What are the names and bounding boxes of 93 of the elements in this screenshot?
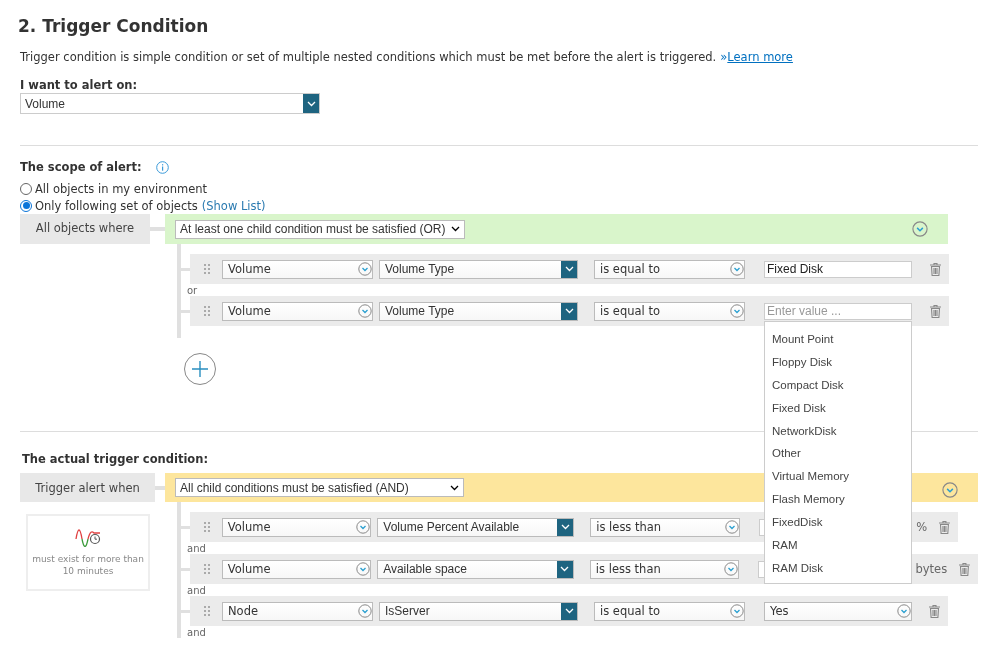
show-list-link[interactable]: (Show List) <box>201 198 266 213</box>
field-select[interactable]: Volume Type <box>379 259 578 279</box>
trash-icon[interactable] <box>930 262 941 276</box>
unit-label: bytes <box>915 562 948 576</box>
connector-label: and <box>187 586 206 596</box>
dropdown-button[interactable] <box>561 302 577 320</box>
operator-select[interactable]: is equal to <box>594 601 745 621</box>
learn-more-link[interactable]: Learn more <box>727 50 793 64</box>
dropdown-button[interactable] <box>303 94 319 113</box>
group-label: Trigger alert when <box>20 473 155 502</box>
chevron-down-icon <box>451 226 460 232</box>
scope-label: The scope of alert: <box>20 160 142 174</box>
field-select[interactable]: IsServer <box>379 601 578 621</box>
suggestion-item[interactable]: RAM Disk <box>765 556 911 580</box>
suggestion-item[interactable]: Compact Disk <box>765 373 911 397</box>
collapse-icon[interactable] <box>942 481 958 498</box>
chevron-circle-icon[interactable] <box>730 262 744 276</box>
plus-icon <box>191 360 209 378</box>
suggestion-item[interactable]: Floppy Disk <box>765 350 911 374</box>
field-select[interactable]: Available space <box>377 559 574 579</box>
chevron-circle-icon[interactable] <box>356 562 371 576</box>
chevron-circle-icon[interactable] <box>358 262 372 276</box>
trash-icon[interactable] <box>959 562 970 576</box>
drag-handle-icon[interactable] <box>203 564 210 574</box>
chevron-down-icon <box>306 100 316 107</box>
alert-on-select[interactable]: Volume <box>20 93 320 114</box>
collapse-icon[interactable] <box>912 221 928 237</box>
suggestion-item[interactable]: Flash Memory <box>765 487 911 511</box>
object-select[interactable]: Volume <box>222 301 373 321</box>
field-label: I want to alert on: <box>20 78 138 92</box>
connector-label: and <box>187 544 206 554</box>
suggestion-item[interactable]: Virtual Memory <box>765 464 911 488</box>
link-marker: » <box>720 50 728 64</box>
dropdown-button[interactable] <box>561 260 577 278</box>
object-select[interactable]: Volume <box>221 517 372 537</box>
object-select[interactable]: Volume <box>222 259 373 279</box>
wave-clock-icon <box>75 528 101 547</box>
suggestion-item[interactable]: Other <box>765 441 911 465</box>
value-field[interactable]: Fixed Disk <box>764 260 912 278</box>
trash-icon[interactable] <box>939 520 950 534</box>
trash-icon[interactable] <box>930 304 941 318</box>
duration-text: must exist for more than 10 minutes <box>31 552 145 577</box>
duration-card[interactable]: must exist for more than 10 minutes <box>26 514 150 591</box>
operator-select[interactable]: is equal to <box>594 301 745 321</box>
chevron-down-icon <box>564 308 574 314</box>
radio-button[interactable] <box>20 182 32 195</box>
section-title: 2. Trigger Condition <box>18 16 210 36</box>
value-select[interactable]: Yes <box>764 601 912 621</box>
dropdown-button[interactable] <box>557 518 574 536</box>
chevron-circle-icon[interactable] <box>356 520 371 534</box>
dropdown-button[interactable] <box>561 602 577 620</box>
info-icon[interactable] <box>155 160 169 174</box>
trash-icon[interactable] <box>929 604 940 618</box>
chevron-circle-icon[interactable] <box>358 604 372 618</box>
suggestion-item[interactable]: FixedDisk <box>765 510 911 534</box>
chevron-circle-icon[interactable] <box>724 520 739 534</box>
radio-label: Only following set of objects <box>35 198 198 213</box>
field-select[interactable]: Volume Type <box>379 301 578 321</box>
dropdown-button[interactable] <box>556 560 573 578</box>
radio-button[interactable] <box>20 199 32 212</box>
connector-label: or <box>187 286 198 296</box>
field-select[interactable]: Volume Percent Available <box>377 517 575 537</box>
suggestion-item[interactable]: Mount Point <box>765 327 911 351</box>
group-label: All objects where <box>20 214 150 244</box>
suggestion-item[interactable]: Fixed Disk <box>765 396 911 420</box>
operator-select[interactable]: is equal to <box>594 259 745 279</box>
connector-label: and <box>187 628 206 638</box>
chevron-circle-icon[interactable] <box>730 604 744 618</box>
chevron-down-icon <box>564 608 574 614</box>
drag-handle-icon[interactable] <box>203 522 210 532</box>
trigger-label: The actual trigger condition: <box>22 452 209 466</box>
radio-label: All objects in my environment <box>35 181 208 196</box>
chevron-down-icon <box>560 524 570 530</box>
chevron-circle-icon[interactable] <box>897 604 911 618</box>
chevron-circle-icon[interactable] <box>730 304 744 318</box>
chevron-down-icon <box>564 266 574 272</box>
mode-select[interactable]: At least one child condition must be satisfied (OR) <box>175 219 465 239</box>
description-text: Trigger condition is simple condition or set of multiple nested conditions which must be met before the alert is triggered. »Learn more <box>20 50 794 64</box>
chevron-down-icon <box>560 566 570 572</box>
drag-handle-icon[interactable] <box>204 306 210 316</box>
operator-select[interactable]: is less than <box>589 559 740 579</box>
suggestion-item[interactable]: NetworkDisk <box>765 419 911 442</box>
chevron-down-icon <box>450 484 459 491</box>
suggestion-item[interactable]: RAM <box>765 533 911 557</box>
mode-select[interactable]: All child conditions must be satisfied (AND) <box>175 478 464 497</box>
chevron-circle-icon[interactable] <box>724 562 739 576</box>
chevron-circle-icon[interactable] <box>358 304 372 318</box>
drag-handle-icon[interactable] <box>204 264 210 274</box>
object-select[interactable]: Volume <box>221 559 372 579</box>
unit-label: % <box>916 520 928 534</box>
drag-handle-icon[interactable] <box>204 606 210 616</box>
object-select[interactable]: Node <box>222 601 373 621</box>
operator-select[interactable]: is less than <box>590 517 740 537</box>
